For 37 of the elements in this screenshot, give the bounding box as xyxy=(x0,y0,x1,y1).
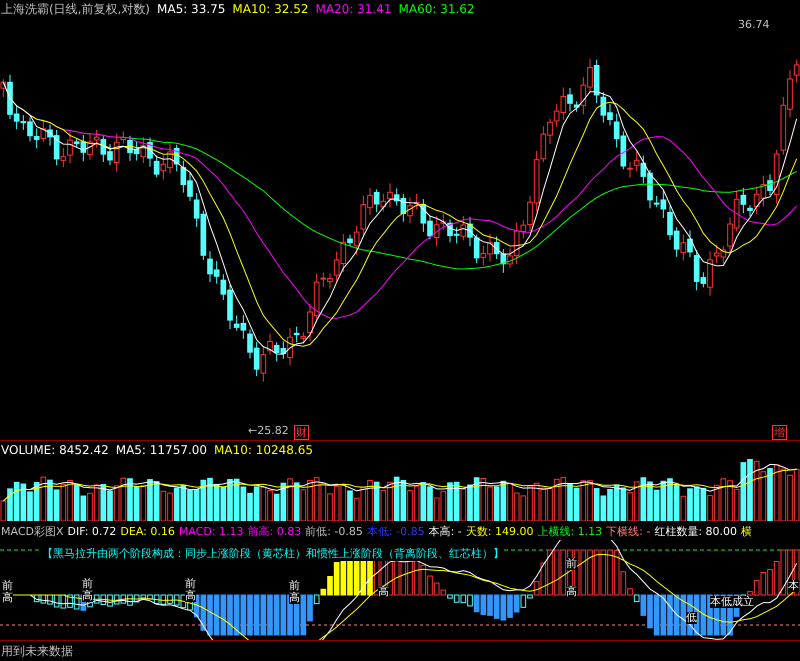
indicator-value: MA60: 31.62 xyxy=(398,2,475,16)
signal-marker: 前高 xyxy=(289,580,300,604)
signal-marker: 本低成立 xyxy=(710,596,754,608)
marker-tag: 增 xyxy=(772,425,787,440)
chart-title: 上海洗霸(日线,前复权,对数) xyxy=(1,0,150,18)
indicator-value: 前低: -0.85 xyxy=(305,524,363,538)
indicator-value: MA20: 31.41 xyxy=(315,2,392,16)
indicator-value: 横 xyxy=(741,524,752,538)
signal-marker: 低 xyxy=(686,612,697,624)
signal-marker: 前高 xyxy=(82,578,93,602)
signal-marker: 前高 xyxy=(185,578,196,602)
signal-marker: 高 xyxy=(566,586,577,598)
high-price-label: 36.74 xyxy=(738,18,770,31)
indicator-value: DIF: 0.72 xyxy=(68,524,116,538)
indicator-value: 上横线: 1.13 xyxy=(537,524,602,538)
indicator-value: 红柱数量: 80.00 xyxy=(654,524,738,538)
signal-marker: 高 xyxy=(378,586,389,598)
signal-marker: 前高 xyxy=(2,580,13,604)
indicator-value: MA10: 10248.65 xyxy=(214,443,313,457)
indicator-value: 下横线: - xyxy=(606,524,650,538)
signal-marker: 前 xyxy=(566,558,577,570)
low-price-label: ←25.82 xyxy=(248,424,289,437)
strategy-banner-text: 【黑马拉升由两个阶段构成：同步上涨阶段（黄芯柱）和惯性上涨阶段（背离阶段、红芯柱）】 xyxy=(42,546,504,561)
indicator-value: VOLUME: 8452.42 xyxy=(1,443,109,457)
indicator-value: 天数: 149.00 xyxy=(466,524,534,538)
indicator-value: MA10: 32.52 xyxy=(232,2,308,16)
indicator-value: MA5: 11757.00 xyxy=(116,443,208,457)
signal-marker: 本 xyxy=(788,580,799,592)
indicator-value: DEA: 0.16 xyxy=(120,524,175,538)
indicator-value: MA5: 33.75 xyxy=(157,2,226,16)
indicator-value: MACD: 1.13 xyxy=(178,524,244,538)
indicator-value: 本高: - xyxy=(428,524,462,538)
footer-note: 用到未来数据 xyxy=(0,642,73,660)
marker-tag: 财 xyxy=(294,425,309,440)
indicator-value: MACD彩图X xyxy=(1,524,64,538)
indicator-value: 前高: 0.83 xyxy=(248,524,302,538)
indicator-value: 本低: -0.85 xyxy=(366,524,425,538)
